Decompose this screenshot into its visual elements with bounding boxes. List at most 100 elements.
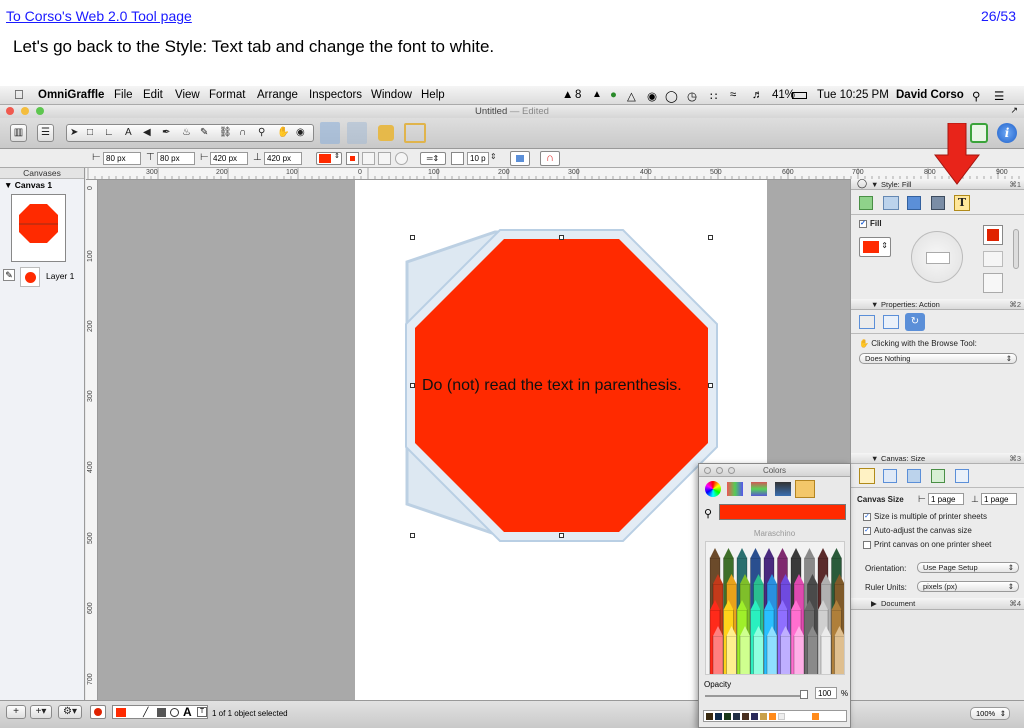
crayon[interactable] xyxy=(834,635,845,675)
image-palettes-icon[interactable] xyxy=(775,482,791,496)
selection-tool-icon[interactable]: ➤ xyxy=(70,125,78,141)
shadow-tab-icon[interactable] xyxy=(907,196,921,210)
evernote-icon[interactable]: ● xyxy=(610,89,617,101)
width-field[interactable]: 420 px xyxy=(210,152,248,165)
ruler-units-popup[interactable]: pixels (px) ⇕ xyxy=(917,581,1019,592)
magnet-icon[interactable]: ∩ xyxy=(239,125,246,141)
crayons-icon[interactable] xyxy=(795,480,815,498)
crayon-tip[interactable] xyxy=(791,548,801,558)
selection-handle[interactable] xyxy=(559,533,564,538)
action-popup[interactable]: Does Nothing ⇕ xyxy=(859,353,1017,364)
battery-icon[interactable] xyxy=(792,92,807,99)
crayon[interactable] xyxy=(712,635,724,675)
record-icon[interactable] xyxy=(90,705,106,719)
selection-handle[interactable] xyxy=(410,533,415,538)
shape-tool-icon[interactable]: □ xyxy=(87,125,93,141)
skype-icon[interactable]: ◉ xyxy=(647,89,657,103)
selection-handle[interactable] xyxy=(410,235,415,240)
zoom-popup[interactable]: 100% ⇕ xyxy=(970,707,1010,720)
fill-color-popup[interactable]: ⇕ xyxy=(859,237,891,257)
menu-arrange[interactable]: Arrange xyxy=(257,89,298,101)
time-machine-icon[interactable]: ◷ xyxy=(687,89,697,103)
crayon-tip[interactable] xyxy=(737,548,747,558)
text-tool-icon[interactable]: A xyxy=(125,125,132,141)
fullscreen-icon[interactable]: ↗ xyxy=(1010,105,1018,116)
wifi-icon[interactable]: ≈ xyxy=(730,89,736,101)
color-wheel-icon[interactable] xyxy=(705,481,721,497)
diagram-tool-icon[interactable]: ◀ xyxy=(143,125,151,141)
menu-edit[interactable]: Edit xyxy=(143,89,163,101)
color-swatch-bottom[interactable] xyxy=(983,273,1003,293)
clock[interactable]: Tue 10:25 PM xyxy=(817,89,889,101)
crayon[interactable] xyxy=(807,635,818,675)
checkbox-checked[interactable]: ✓ xyxy=(863,526,871,535)
background-tab-icon[interactable] xyxy=(907,469,921,483)
checkbox-checked[interactable]: ✓ xyxy=(863,512,871,521)
crayon[interactable] xyxy=(766,635,778,675)
height-field[interactable]: 420 px xyxy=(264,152,302,165)
swatch[interactable] xyxy=(742,713,749,720)
checkbox-unchecked[interactable] xyxy=(863,540,871,549)
properties-inspector-header[interactable]: ▼ Properties: Action ⌘2 xyxy=(851,299,1024,310)
stroke-tab-icon[interactable] xyxy=(883,196,899,210)
menu-format[interactable]: Format xyxy=(209,89,245,101)
line-tool-icon[interactable]: ∟ xyxy=(104,125,114,141)
geometry-tab-icon[interactable] xyxy=(883,315,899,329)
menu-view[interactable]: View xyxy=(175,89,200,101)
opacity-field[interactable]: 100 xyxy=(815,687,837,699)
swatch[interactable] xyxy=(751,713,758,720)
disclosure-icon[interactable]: ▼ xyxy=(871,453,878,464)
corner-button[interactable] xyxy=(378,152,391,165)
stroke-width-field[interactable]: 10 p xyxy=(467,152,489,165)
notification-list-icon[interactable]: ☰ xyxy=(994,89,1004,103)
layer-order-icon[interactable] xyxy=(510,151,530,166)
connections-tab-icon[interactable] xyxy=(859,315,875,329)
shadow-style-icon[interactable] xyxy=(157,708,166,717)
gear-icon[interactable]: ⚙▾ xyxy=(58,705,82,719)
crayon-tip[interactable] xyxy=(723,548,734,558)
drive-icon[interactable]: △ xyxy=(627,89,636,103)
selection-handle[interactable] xyxy=(410,383,415,388)
canvas-list-item[interactable]: ▼ Canvas 1 xyxy=(0,179,84,190)
crayon-tip[interactable] xyxy=(831,548,842,558)
group-icon[interactable] xyxy=(320,122,340,144)
volume-icon[interactable]: ♬ xyxy=(752,89,764,101)
crayon-tip[interactable] xyxy=(710,548,720,558)
ungroup-icon[interactable] xyxy=(347,122,367,144)
info-icon[interactable]: i xyxy=(997,123,1017,143)
crayon-tip[interactable] xyxy=(764,548,774,558)
bluetooth-icon[interactable]: ∷ xyxy=(710,89,717,103)
y-position-field[interactable]: 80 px xyxy=(157,152,195,165)
palettes-icon[interactable] xyxy=(751,482,767,496)
fill-checkbox-row[interactable]: ✓ Fill xyxy=(859,219,882,228)
document-inspector-header[interactable]: ▶ Document ⌘4 xyxy=(851,598,1024,610)
text-style-tab-icon[interactable]: T xyxy=(954,195,970,211)
hand-tool-icon[interactable]: ✋ xyxy=(277,125,289,141)
x-position-field[interactable]: 80 px xyxy=(103,152,141,165)
crayon[interactable] xyxy=(753,635,764,675)
crayon[interactable] xyxy=(793,635,805,675)
magnifier-icon[interactable]: ⚲ xyxy=(704,507,712,520)
swatch[interactable] xyxy=(715,713,722,720)
fill-slider[interactable] xyxy=(1013,229,1019,269)
color-swatch-top[interactable] xyxy=(983,225,1003,245)
current-color-well[interactable] xyxy=(719,504,846,520)
shadow-button[interactable] xyxy=(362,152,375,165)
user-name[interactable]: David Corso xyxy=(896,89,964,101)
sliders-icon[interactable] xyxy=(727,482,743,496)
line-style-popup[interactable]: ═⇕ xyxy=(420,152,446,165)
menu-file[interactable]: File xyxy=(114,89,133,101)
crayon-tip[interactable] xyxy=(750,548,761,558)
canvas-width-field[interactable]: 1 page xyxy=(928,493,964,505)
add-canvas-button[interactable]: + xyxy=(6,705,26,719)
lock-icon[interactable] xyxy=(378,125,394,141)
swap-colors-icon[interactable] xyxy=(983,251,1003,267)
layer-row[interactable]: ✎ Layer 1 xyxy=(3,267,83,287)
crayons[interactable] xyxy=(706,542,845,675)
selection-handle[interactable] xyxy=(708,383,713,388)
outline-icon[interactable]: ☰ xyxy=(37,124,54,142)
rubber-stamp-icon[interactable]: ♨ xyxy=(182,125,191,141)
pencil-icon[interactable]: ✎ xyxy=(3,269,15,281)
opacity-slider-track[interactable] xyxy=(705,695,805,697)
add-layer-button[interactable]: +▾ xyxy=(30,705,52,719)
